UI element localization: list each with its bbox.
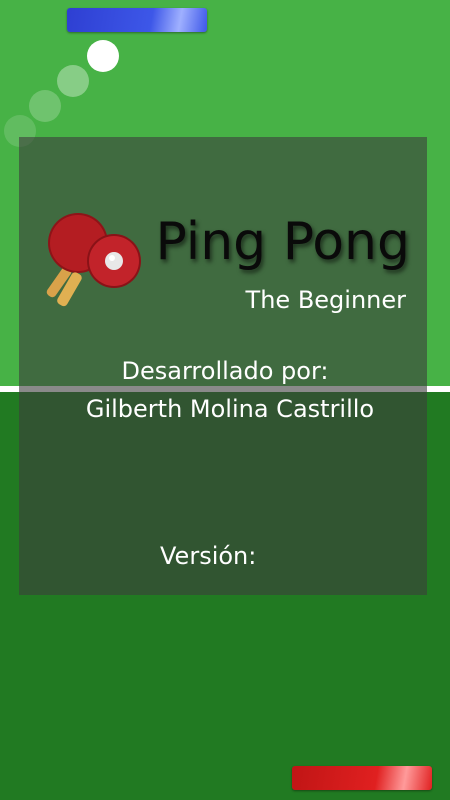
- player-paddle[interactable]: [292, 766, 432, 790]
- developer-name: Gilberth Molina Castrillo: [85, 395, 375, 423]
- ball-trail: [57, 65, 89, 97]
- ball: [87, 40, 119, 72]
- developed-by-label: Desarrollado por:: [121, 357, 329, 385]
- version-label: Versión:: [160, 542, 257, 570]
- ball-trail: [29, 90, 61, 122]
- opponent-paddle: [67, 8, 207, 32]
- game-subtitle: The Beginner: [245, 286, 406, 314]
- game-title: Ping Pong: [155, 212, 410, 272]
- ping-pong-paddles-logo-icon: [46, 213, 141, 307]
